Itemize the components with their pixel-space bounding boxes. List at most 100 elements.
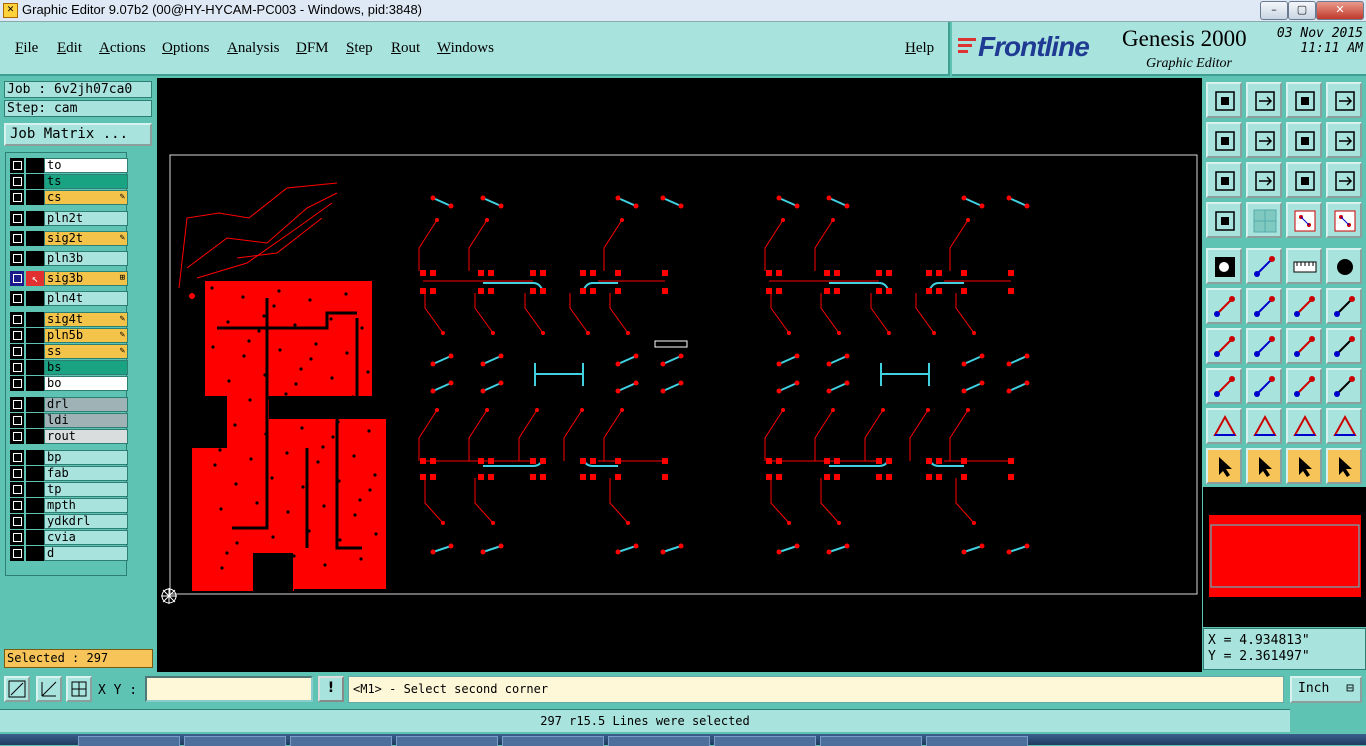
menu-analysis[interactable]: Analysis bbox=[227, 40, 280, 57]
layer-flag[interactable] bbox=[26, 546, 44, 561]
layer-row-tp[interactable]: tp bbox=[10, 482, 128, 497]
layer-checkbox[interactable] bbox=[10, 429, 24, 444]
menu-file[interactable]: File bbox=[15, 40, 38, 57]
layer-flag[interactable] bbox=[26, 413, 44, 428]
attribute-button[interactable] bbox=[1286, 368, 1322, 404]
layer-checkbox[interactable] bbox=[10, 450, 24, 465]
grid-button[interactable] bbox=[66, 676, 92, 702]
layer-name[interactable]: ss ✎ bbox=[44, 344, 128, 359]
layer-flag[interactable] bbox=[26, 251, 44, 266]
layer-name[interactable]: cvia bbox=[44, 530, 128, 545]
layer-name[interactable]: tp bbox=[44, 482, 128, 497]
layer-row-cs[interactable]: cs ✎ bbox=[10, 190, 128, 205]
measure-button[interactable] bbox=[1206, 202, 1242, 238]
undo-view-button[interactable] bbox=[1286, 122, 1322, 158]
layer-checkbox[interactable] bbox=[10, 271, 24, 286]
snap-button[interactable] bbox=[1286, 202, 1322, 238]
layer-name[interactable]: bs bbox=[44, 360, 128, 375]
layer-flag[interactable] bbox=[26, 429, 44, 444]
warning-button[interactable]: ! bbox=[318, 676, 344, 702]
angle-button[interactable] bbox=[1206, 328, 1242, 364]
layer-checkbox[interactable] bbox=[10, 466, 24, 481]
menu-windows[interactable]: Windows bbox=[437, 40, 494, 57]
layer-row-d[interactable]: d bbox=[10, 546, 128, 561]
overview-map[interactable] bbox=[1203, 487, 1366, 627]
center-button[interactable] bbox=[1246, 162, 1282, 198]
layer-row-drl[interactable]: drl bbox=[10, 397, 128, 412]
layer-row-pln4t[interactable]: pln4t bbox=[10, 291, 128, 306]
layer-row-pln5b[interactable]: pln5b ✎ bbox=[10, 328, 128, 343]
measure-button[interactable] bbox=[36, 676, 62, 702]
layer-row-ss[interactable]: ss ✎ bbox=[10, 344, 128, 359]
layer-name[interactable]: ydkdrl bbox=[44, 514, 128, 529]
layer-checkbox[interactable] bbox=[10, 211, 24, 226]
layer-checkbox[interactable] bbox=[10, 344, 24, 359]
home-button[interactable] bbox=[1286, 82, 1322, 118]
layer-row-bs[interactable]: bs bbox=[10, 360, 128, 375]
layer-row-mpth[interactable]: mpth bbox=[10, 498, 128, 513]
layer-name[interactable]: bo bbox=[44, 376, 128, 391]
split-button[interactable] bbox=[1326, 408, 1362, 444]
layer-name[interactable]: mpth bbox=[44, 498, 128, 513]
pan-left-button[interactable] bbox=[1206, 122, 1242, 158]
layer-flag[interactable] bbox=[26, 466, 44, 481]
layer-checkbox[interactable] bbox=[10, 158, 24, 173]
layer-flag[interactable] bbox=[26, 328, 44, 343]
layer-flag[interactable] bbox=[26, 190, 44, 205]
layer-flag[interactable] bbox=[26, 360, 44, 375]
layer-checkbox[interactable] bbox=[10, 530, 24, 545]
layer-name[interactable]: to bbox=[44, 158, 128, 173]
zoom-box-button[interactable] bbox=[4, 676, 30, 702]
add-shape-button[interactable] bbox=[1246, 248, 1282, 284]
layer-row-to[interactable]: to bbox=[10, 158, 128, 173]
layer-name[interactable]: bp bbox=[44, 450, 128, 465]
layer-checkbox[interactable] bbox=[10, 514, 24, 529]
layer-row-fab[interactable]: fab bbox=[10, 466, 128, 481]
layer-checkbox[interactable] bbox=[10, 174, 24, 189]
layer-name[interactable]: ldi bbox=[44, 413, 128, 428]
xy-input[interactable] bbox=[145, 676, 313, 702]
layer-row-ydkdrl[interactable]: ydkdrl bbox=[10, 514, 128, 529]
layer-flag[interactable] bbox=[26, 450, 44, 465]
clock-pointer-button[interactable] bbox=[1286, 448, 1322, 484]
layer-name[interactable]: d bbox=[44, 546, 128, 561]
menu-actions[interactable]: Actions bbox=[99, 40, 146, 57]
graphic-canvas[interactable] bbox=[157, 78, 1202, 672]
layer-name[interactable]: pln5b ✎ bbox=[44, 328, 128, 343]
arrow-node-button[interactable] bbox=[1326, 288, 1362, 324]
layer-flag[interactable] bbox=[26, 291, 44, 306]
pan-right-button[interactable] bbox=[1246, 122, 1282, 158]
menu-rout[interactable]: Rout bbox=[391, 40, 420, 57]
cross-button[interactable] bbox=[1246, 288, 1282, 324]
polygon-button[interactable] bbox=[1286, 408, 1322, 444]
layer-checkbox[interactable] bbox=[10, 251, 24, 266]
menu-help[interactable]: Help bbox=[905, 40, 934, 57]
layer-name[interactable]: sig3b ⊞ bbox=[44, 271, 128, 286]
layer-name[interactable]: rout bbox=[44, 429, 128, 444]
window-button[interactable] bbox=[1326, 82, 1362, 118]
work-layer-icon[interactable]: ↖ bbox=[26, 271, 44, 286]
layer-row-ts[interactable]: ts bbox=[10, 174, 128, 189]
job-matrix-button[interactable]: Job Matrix ... bbox=[4, 123, 152, 146]
layer-row-pln2t[interactable]: pln2t bbox=[10, 211, 128, 226]
layer-checkbox[interactable] bbox=[10, 498, 24, 513]
layer-row-bo[interactable]: bo bbox=[10, 376, 128, 391]
node-button[interactable] bbox=[1286, 288, 1322, 324]
layer-name[interactable]: drl bbox=[44, 397, 128, 412]
menu-edit[interactable]: Edit bbox=[57, 40, 82, 57]
layer-checkbox[interactable] bbox=[10, 190, 24, 205]
layer-flag[interactable] bbox=[26, 498, 44, 513]
menu-options[interactable]: Options bbox=[162, 40, 210, 57]
grid-button[interactable] bbox=[1246, 202, 1282, 238]
select-button[interactable] bbox=[1206, 368, 1242, 404]
fit-all-button[interactable] bbox=[1206, 162, 1242, 198]
layer-name[interactable]: cs ✎ bbox=[44, 190, 128, 205]
layer-checkbox[interactable] bbox=[10, 312, 24, 327]
layer-flag[interactable] bbox=[26, 231, 44, 246]
pad-button[interactable] bbox=[1206, 248, 1242, 284]
layer-row-bp[interactable]: bp bbox=[10, 450, 128, 465]
layer-row-cvia[interactable]: cvia bbox=[10, 530, 128, 545]
layer-name[interactable]: fab bbox=[44, 466, 128, 481]
layer-flag[interactable] bbox=[26, 344, 44, 359]
minimize-button[interactable]: – bbox=[1260, 1, 1288, 20]
